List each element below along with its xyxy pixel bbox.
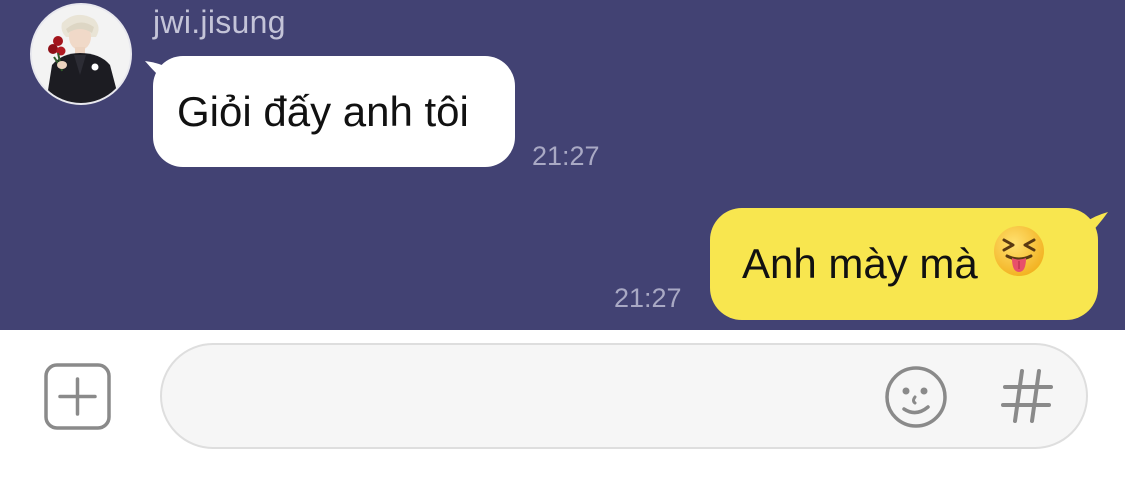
outgoing-message-text: Anh mày mà [742, 240, 978, 287]
incoming-message-bubble[interactable]: Giỏi đấy anh tôi [153, 56, 515, 167]
message-list[interactable]: jwi.jisung Giỏi đấy anh tôi 21:27 21:27 … [0, 0, 1125, 330]
outgoing-message-time: 21:27 [614, 283, 682, 313]
message-input[interactable] [196, 345, 880, 449]
avatar[interactable] [30, 3, 132, 105]
message-input-field[interactable] [160, 343, 1088, 449]
smiley-icon [885, 366, 947, 428]
squinting-face-with-tongue-icon [992, 208, 1046, 320]
emoticon-button[interactable] [884, 365, 948, 429]
hashtag-icon [1001, 369, 1053, 423]
sender-name: jwi.jisung [153, 4, 286, 40]
add-attachment-button[interactable] [44, 363, 111, 430]
outgoing-message-bubble[interactable]: Anh mày mà [710, 208, 1098, 320]
incoming-message-text: Giỏi đấy anh tôi [177, 88, 469, 135]
chat-screen: jwi.jisung Giỏi đấy anh tôi 21:27 21:27 … [0, 0, 1125, 494]
incoming-message-time: 21:27 [532, 141, 600, 171]
hashtag-button[interactable] [997, 363, 1057, 429]
avatar-photo [32, 5, 130, 103]
input-bar [0, 330, 1125, 494]
plus-square-icon [44, 363, 111, 430]
